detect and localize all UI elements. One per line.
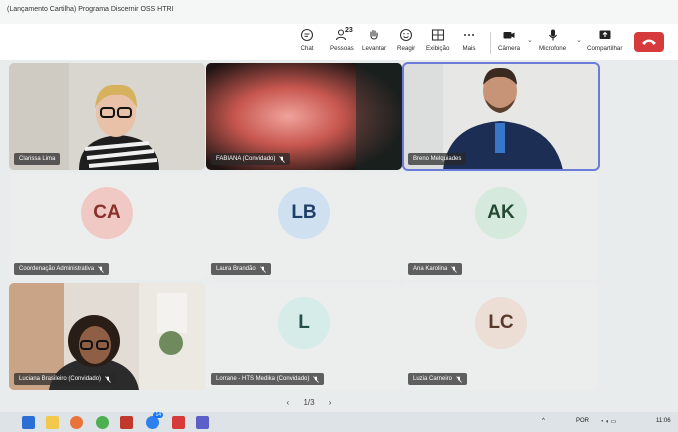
participant-tile[interactable]: Luciana Brasileiro (Convidado) [9, 283, 205, 390]
mic-muted-icon [451, 265, 458, 273]
participant-name: Luzia Carneiro [413, 376, 453, 382]
microphone-icon [548, 29, 557, 41]
people-count: 23 [345, 27, 353, 34]
participant-name: Ana Karolina [413, 266, 448, 272]
participant-avatar: CA [81, 187, 133, 239]
prev-page-button[interactable]: ‹ [287, 398, 290, 407]
participant-name-tag: Laura Brandão [211, 263, 271, 275]
participant-tile[interactable]: Clarissa Lima [9, 63, 205, 170]
hand-icon [370, 29, 378, 40]
react-label: Reagir [397, 45, 416, 52]
participant-name: Luciana Brasileiro (Convidado) [19, 376, 102, 382]
chat-icon [300, 28, 314, 42]
people-label: Pessoas [330, 45, 354, 52]
view-button[interactable]: Exibição [426, 28, 449, 58]
participant-avatar: L [278, 297, 330, 349]
share-button[interactable]: Compartilhar [587, 28, 622, 58]
participant-name: Clarissa Lima [19, 156, 56, 162]
next-page-button[interactable]: › [329, 398, 332, 407]
page-indicator: 1/3 [303, 398, 315, 407]
more-label: Mais [462, 45, 476, 52]
camera-label: Câmera [498, 45, 521, 52]
avatar-initials: LB [291, 202, 317, 223]
smiley-icon [400, 28, 413, 42]
start-menu-icon[interactable] [22, 416, 35, 429]
camera-options-chevron-icon[interactable]: ⌄ [527, 36, 533, 44]
browser-icon[interactable] [70, 416, 83, 429]
mic-button[interactable]: Microfone [539, 28, 566, 58]
participant-name: Breno Melquiades [413, 156, 462, 162]
clock[interactable]: 11:06 [656, 418, 671, 424]
camera-icon [503, 32, 515, 39]
participant-name-tag: Ana Karolina [408, 263, 463, 275]
raise-hand-label: Levantar [362, 45, 387, 52]
participant-name: Lorrane - HTS Medika (Convidado) [216, 376, 310, 382]
share-screen-icon [599, 30, 611, 39]
leave-call-button[interactable] [634, 32, 664, 52]
mic-muted-icon [456, 375, 462, 383]
toolbar-divider [490, 32, 491, 54]
react-button[interactable]: Reagir [397, 28, 415, 58]
participant-tile[interactable]: L Lorrane - HTS Medika (Convidado) [206, 283, 402, 390]
participant-tile[interactable]: AK Ana Karolina [403, 173, 599, 280]
mic-muted-icon [279, 155, 286, 163]
teams-icon[interactable] [196, 416, 209, 429]
participant-name-tag: FABIANA (Convidado) [211, 153, 291, 165]
file-explorer-icon[interactable] [46, 416, 59, 429]
participant-name-tag: Coordenação Administrativa [14, 263, 110, 275]
language-indicator[interactable]: POR [576, 418, 589, 424]
raise-hand-button[interactable]: Levantar [362, 28, 386, 58]
avatar-initials: AK [487, 202, 515, 223]
mic-muted-icon [98, 265, 104, 273]
window-title: (Lançamento Cartilha) Programa Discernir… [7, 6, 174, 13]
avatar-initials: LC [488, 312, 514, 333]
more-icon [464, 34, 474, 36]
participant-avatar: LC [475, 297, 527, 349]
avatar-initials: L [298, 312, 310, 333]
participant-name: Laura Brandão [216, 266, 256, 272]
chat-label: Chat [300, 45, 314, 52]
grid-view-icon [431, 29, 444, 41]
app-icon[interactable] [96, 416, 109, 429]
gallery-pagination: ‹ 1/3 › [0, 398, 618, 407]
os-taskbar: 14 ^ POR ◔ ◖ ▭ 11:06 [0, 412, 678, 432]
chat-button[interactable]: Chat [300, 28, 314, 58]
pdf-app-icon[interactable] [172, 416, 185, 429]
notification-badge: 14 [153, 412, 163, 418]
mic-label: Microfone [539, 45, 567, 52]
hang-up-icon [642, 39, 656, 45]
participant-tile[interactable]: FABIANA (Convidado) [206, 63, 402, 170]
mic-options-chevron-icon[interactable]: ⌄ [576, 36, 582, 44]
participant-name-tag: Lorrane - HTS Medika (Convidado) [211, 373, 325, 385]
participant-avatar: LB [278, 187, 330, 239]
more-button[interactable]: Mais [462, 28, 476, 58]
participant-name-tag: Breno Melquiades [408, 153, 467, 165]
notification-app-icon[interactable]: 14 [146, 412, 163, 429]
share-label: Compartilhar [587, 45, 623, 52]
participant-avatar: AK [475, 187, 527, 239]
meeting-toolbar: Chat 23 Pessoas Levantar Reagir Exibição… [0, 24, 678, 60]
avatar-initials: CA [93, 202, 121, 223]
window-title-bar: (Lançamento Cartilha) Programa Discernir… [0, 0, 678, 24]
participant-name-tag: Luciana Brasileiro (Convidado) [14, 373, 117, 385]
people-button[interactable]: 23 Pessoas [330, 27, 354, 58]
wifi-volume-battery-icon[interactable]: ◔ ◖ ▭ [600, 418, 616, 425]
participant-tile[interactable]: LB Laura Brandão [206, 173, 402, 280]
participant-tile[interactable]: LC Luzia Carneiro [403, 283, 599, 390]
participant-name: Coordenação Administrativa [19, 266, 95, 272]
mic-muted-icon [259, 265, 266, 273]
participant-tile[interactable]: Breno Melquiades [402, 62, 600, 171]
participant-name: FABIANA (Convidado) [216, 156, 276, 162]
mic-muted-icon [105, 375, 111, 383]
tray-chevron-icon[interactable]: ^ [542, 418, 545, 424]
app-icon[interactable] [120, 416, 133, 429]
camera-button[interactable]: Câmera [498, 28, 520, 58]
participant-name-tag: Luzia Carneiro [408, 373, 468, 385]
participant-tile[interactable]: CA Coordenação Administrativa [9, 173, 205, 280]
mic-muted-icon [313, 375, 320, 383]
participant-name-tag: Clarissa Lima [14, 153, 61, 165]
view-label: Exibição [426, 45, 450, 52]
